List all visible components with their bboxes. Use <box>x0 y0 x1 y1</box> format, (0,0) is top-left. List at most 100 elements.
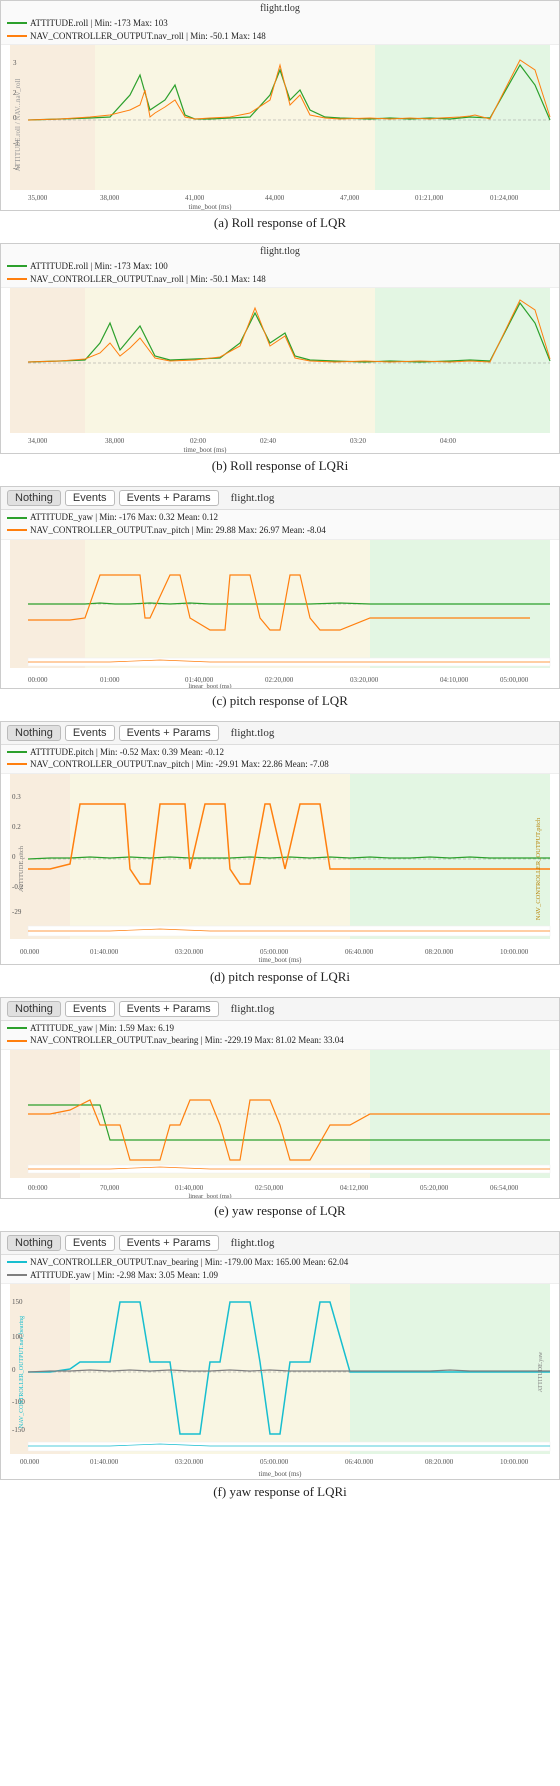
legend-e-1: ATTITUDE_yaw | Min: 1.59 Max: 6.19 <box>30 1022 174 1035</box>
svg-text:time_boot (ms): time_boot (ms) <box>259 1470 303 1478</box>
svg-text:70,000: 70,000 <box>100 1184 120 1192</box>
svg-text:NAV_CONTROLLER_OUTPUT.nav_bear: NAV_CONTROLLER_OUTPUT.nav_bearing <box>19 1316 25 1428</box>
svg-text:06:40.000: 06:40.000 <box>345 948 374 956</box>
btn-e-events-params[interactable]: Events + Params <box>119 1001 219 1017</box>
btn-c-events-params[interactable]: Events + Params <box>119 490 219 506</box>
svg-text:34,000: 34,000 <box>28 437 48 445</box>
legend-a-2: NAV_CONTROLLER_OUTPUT.nav_roll | Min: -5… <box>30 30 266 43</box>
svg-text:0: 0 <box>12 853 16 861</box>
svg-text:04:10,000: 04:10,000 <box>440 676 469 684</box>
chart-e: Nothing Events Events + Params flight.tl… <box>0 997 560 1199</box>
svg-text:03:20: 03:20 <box>350 437 366 445</box>
svg-text:06:40.000: 06:40.000 <box>345 1458 374 1466</box>
figure-f: Nothing Events Events + Params flight.tl… <box>0 1231 560 1508</box>
toolbar-e: Nothing Events Events + Params flight.tl… <box>1 998 559 1021</box>
chart-d-svg: 0.3 0.2 0 -0.2 -29 00.000 01:40.000 03:2… <box>1 774 559 964</box>
svg-text:08:20.000: 08:20.000 <box>425 948 454 956</box>
svg-text:02:20,000: 02:20,000 <box>265 676 294 684</box>
chart-a: flight.tlog ATTITUDE.roll | Min: -173 Ma… <box>0 0 560 211</box>
svg-text:03:20.000: 03:20.000 <box>175 948 204 956</box>
svg-text:47,000: 47,000 <box>340 194 360 202</box>
btn-e-nothing[interactable]: Nothing <box>7 1001 61 1017</box>
svg-text:3: 3 <box>13 59 17 67</box>
svg-text:05:00.000: 05:00.000 <box>260 1458 289 1466</box>
svg-text:00:000: 00:000 <box>28 676 48 684</box>
legend-b-1: ATTITUDE.roll | Min: -173 Max: 100 <box>30 260 168 273</box>
svg-text:01:40.000: 01:40.000 <box>90 948 119 956</box>
svg-text:01:40,000: 01:40,000 <box>175 1184 204 1192</box>
svg-text:01:40.000: 01:40.000 <box>90 1458 119 1466</box>
btn-e-events[interactable]: Events <box>65 1001 115 1017</box>
svg-text:44,000: 44,000 <box>265 194 285 202</box>
svg-text:04:00: 04:00 <box>440 437 456 445</box>
svg-text:10:00.000: 10:00.000 <box>500 1458 529 1466</box>
legend-c-1: ATTITUDE_yaw | Min: -176 Max: 0.32 Mean:… <box>30 511 218 524</box>
chart-b-svg: 34,000 38,000 02:00 02:40 03:20 04:00 ti… <box>1 288 559 453</box>
btn-c-nothing[interactable]: Nothing <box>7 490 61 506</box>
chart-a-svg: 3 2 0 -1 -2 35,000 38,000 41,000 44,000 … <box>1 45 559 210</box>
svg-text:00.000: 00.000 <box>20 1458 40 1466</box>
svg-text:35,000: 35,000 <box>28 194 48 202</box>
svg-text:01:24,000: 01:24,000 <box>490 194 519 202</box>
svg-text:linear_boot (ms): linear_boot (ms) <box>188 1193 231 1198</box>
svg-text:05:20,000: 05:20,000 <box>420 1184 449 1192</box>
caption-e: (e) yaw response of LQR <box>0 1199 560 1227</box>
caption-d: (d) pitch response of LQRi <box>0 965 560 993</box>
filename-c: flight.tlog <box>231 492 275 504</box>
toolbar-f: Nothing Events Events + Params flight.tl… <box>1 1232 559 1255</box>
legend-d-2: NAV_CONTROLLER_OUTPUT.nav_pitch | Min: -… <box>30 758 329 771</box>
chart-e-legend: ATTITUDE_yaw | Min: 1.59 Max: 6.19 NAV_C… <box>1 1021 559 1050</box>
chart-d-legend: ATTITUDE.pitch | Min: -0.52 Max: 0.39 Me… <box>1 745 559 774</box>
svg-text:ATTITUDE.roll / NAV...nav_roll: ATTITUDE.roll / NAV...nav_roll <box>14 79 22 172</box>
legend-d-1: ATTITUDE.pitch | Min: -0.52 Max: 0.39 Me… <box>30 746 224 759</box>
svg-text:time_boot (ms): time_boot (ms) <box>259 956 303 964</box>
toolbar-c: Nothing Events Events + Params flight.tl… <box>1 487 559 510</box>
toolbar-d: Nothing Events Events + Params flight.tl… <box>1 722 559 745</box>
filename-f: flight.tlog <box>231 1237 275 1249</box>
legend-f-1: NAV_CONTROLLER_OUTPUT.nav_bearing | Min:… <box>30 1256 348 1269</box>
chart-f-svg: 150 100 0 -100 -150 00.000 01:40.000 03:… <box>1 1284 559 1479</box>
caption-a: (a) Roll response of LQR <box>0 211 560 239</box>
figure-e: Nothing Events Events + Params flight.tl… <box>0 997 560 1227</box>
filename-d: flight.tlog <box>231 727 275 739</box>
svg-text:06:54,000: 06:54,000 <box>490 1184 519 1192</box>
svg-text:05:00.000: 05:00.000 <box>260 948 289 956</box>
svg-text:05:00,000: 05:00,000 <box>500 676 529 684</box>
svg-text:00.000: 00.000 <box>20 948 40 956</box>
svg-text:03:20,000: 03:20,000 <box>350 676 379 684</box>
svg-text:00:000: 00:000 <box>28 1184 48 1192</box>
svg-text:01:000: 01:000 <box>100 676 120 684</box>
chart-d: Nothing Events Events + Params flight.tl… <box>0 721 560 965</box>
legend-f-2: ATTITUDE.yaw | Min: -2.98 Max: 3.05 Mean… <box>30 1269 218 1282</box>
btn-d-events-params[interactable]: Events + Params <box>119 725 219 741</box>
chart-a-title: flight.tlog <box>1 1 559 16</box>
legend-e-2: NAV_CONTROLLER_OUTPUT.nav_bearing | Min:… <box>30 1034 344 1047</box>
btn-c-events[interactable]: Events <box>65 490 115 506</box>
svg-text:01:21,000: 01:21,000 <box>415 194 444 202</box>
figure-a: flight.tlog ATTITUDE.roll | Min: -173 Ma… <box>0 0 560 239</box>
btn-d-nothing[interactable]: Nothing <box>7 725 61 741</box>
btn-f-nothing[interactable]: Nothing <box>7 1235 61 1251</box>
svg-text:150: 150 <box>12 1298 23 1306</box>
btn-f-events-params[interactable]: Events + Params <box>119 1235 219 1251</box>
svg-text:time_boot (ms): time_boot (ms) <box>189 203 233 210</box>
svg-text:-29: -29 <box>12 908 22 916</box>
chart-c: Nothing Events Events + Params flight.tl… <box>0 486 560 688</box>
svg-text:0.3: 0.3 <box>12 793 21 801</box>
chart-b: flight.tlog ATTITUDE.roll | Min: -173 Ma… <box>0 243 560 454</box>
chart-b-legend: ATTITUDE.roll | Min: -173 Max: 100 NAV_C… <box>1 259 559 288</box>
svg-text:03:20.000: 03:20.000 <box>175 1458 204 1466</box>
svg-text:ATTITUDE.yaw: ATTITUDE.yaw <box>538 1351 544 1392</box>
chart-c-legend: ATTITUDE_yaw | Min: -176 Max: 0.32 Mean:… <box>1 510 559 539</box>
svg-text:02:00: 02:00 <box>190 437 206 445</box>
svg-text:38,000: 38,000 <box>105 437 125 445</box>
svg-text:04:12,000: 04:12,000 <box>340 1184 369 1192</box>
chart-c-svg: 00:000 01:000 01:40,000 02:20,000 03:20,… <box>1 540 559 688</box>
svg-text:NAV_CONTROLLER_OUTPUT.pitch: NAV_CONTROLLER_OUTPUT.pitch <box>535 817 542 920</box>
chart-e-svg: 00:000 70,000 01:40,000 02:50,000 04:12,… <box>1 1050 559 1198</box>
svg-text:0: 0 <box>12 1366 16 1374</box>
btn-d-events[interactable]: Events <box>65 725 115 741</box>
svg-text:38,000: 38,000 <box>100 194 120 202</box>
svg-text:linear_boot (ms): linear_boot (ms) <box>188 683 231 688</box>
btn-f-events[interactable]: Events <box>65 1235 115 1251</box>
